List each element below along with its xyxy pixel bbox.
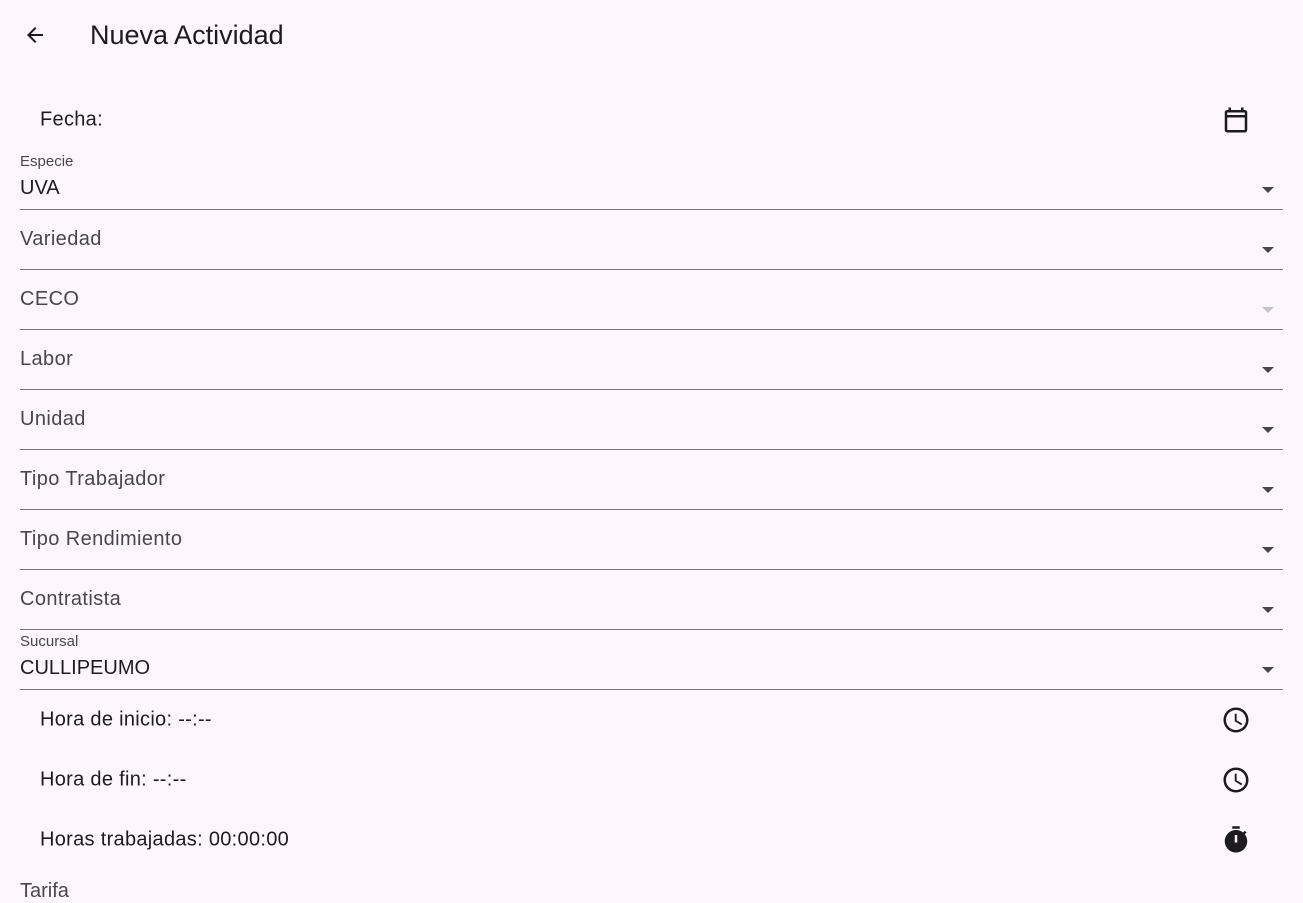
- arrow-back-icon: [27, 27, 43, 43]
- contratista-dropdown[interactable]: Contratista: [20, 570, 1283, 630]
- calendar-icon: [1224, 107, 1248, 133]
- tipo-trabajador-dropdown[interactable]: Tipo Trabajador: [20, 450, 1283, 510]
- dropdown-arrow-icon: [1262, 487, 1274, 493]
- tipo-rendimiento-label: Tipo Rendimiento: [20, 528, 183, 550]
- especie-dropdown[interactable]: Especie UVA: [20, 150, 1283, 210]
- dropdown-arrow-icon: [1262, 187, 1274, 193]
- unidad-label: Unidad: [20, 408, 86, 430]
- ceco-dropdown: CECO: [20, 270, 1283, 330]
- start-time-picker-button[interactable]: [1221, 705, 1251, 735]
- unidad-dropdown[interactable]: Unidad: [20, 390, 1283, 450]
- dropdown-arrow-icon: [1262, 427, 1274, 433]
- tipo-trabajador-label: Tipo Trabajador: [20, 468, 166, 490]
- fecha-row[interactable]: Fecha:: [20, 90, 1283, 150]
- timer-icon-wrap: [1221, 825, 1251, 855]
- fecha-label: Fecha:: [40, 108, 103, 131]
- clock-icon: [1223, 707, 1249, 733]
- back-button[interactable]: [15, 15, 55, 55]
- app-bar: Nueva Actividad: [0, 0, 1303, 70]
- especie-label: Especie: [20, 153, 74, 170]
- tarifa-label-partial: Tarifa: [20, 880, 69, 902]
- timer-icon: [1224, 826, 1248, 853]
- dropdown-arrow-icon: [1262, 367, 1274, 373]
- hora-inicio-row[interactable]: Hora de inicio: --:--: [20, 690, 1283, 750]
- date-picker-button[interactable]: [1221, 105, 1251, 135]
- ceco-label: CECO: [20, 288, 80, 310]
- hora-inicio-label: Hora de inicio: --:--: [40, 708, 212, 731]
- horas-trabajadas-label: Horas trabajadas: 00:00:00: [40, 828, 290, 851]
- variedad-dropdown[interactable]: Variedad: [20, 210, 1283, 270]
- dropdown-arrow-icon: [1262, 607, 1274, 613]
- dropdown-arrow-icon: [1262, 547, 1274, 553]
- page-title: Nueva Actividad: [90, 20, 284, 50]
- labor-label: Labor: [20, 348, 74, 370]
- horas-trabajadas-row: Horas trabajadas: 00:00:00: [20, 810, 1283, 870]
- variedad-label: Variedad: [20, 228, 102, 250]
- contratista-label: Contratista: [20, 588, 122, 610]
- dropdown-arrow-icon: [1262, 247, 1274, 253]
- labor-dropdown[interactable]: Labor: [20, 330, 1283, 390]
- especie-value: UVA: [20, 177, 60, 199]
- hora-fin-row[interactable]: Hora de fin: --:--: [20, 750, 1283, 810]
- sucursal-dropdown[interactable]: Sucursal CULLIPEUMO: [20, 630, 1283, 690]
- sucursal-label: Sucursal: [20, 633, 79, 650]
- hora-fin-label: Hora de fin: --:--: [40, 768, 187, 791]
- clock-icon: [1223, 767, 1249, 793]
- sucursal-value: CULLIPEUMO: [20, 657, 151, 679]
- tipo-rendimiento-dropdown[interactable]: Tipo Rendimiento: [20, 510, 1283, 570]
- dropdown-arrow-icon: [1262, 307, 1274, 313]
- end-time-picker-button[interactable]: [1221, 765, 1251, 795]
- dropdown-arrow-icon: [1262, 667, 1274, 673]
